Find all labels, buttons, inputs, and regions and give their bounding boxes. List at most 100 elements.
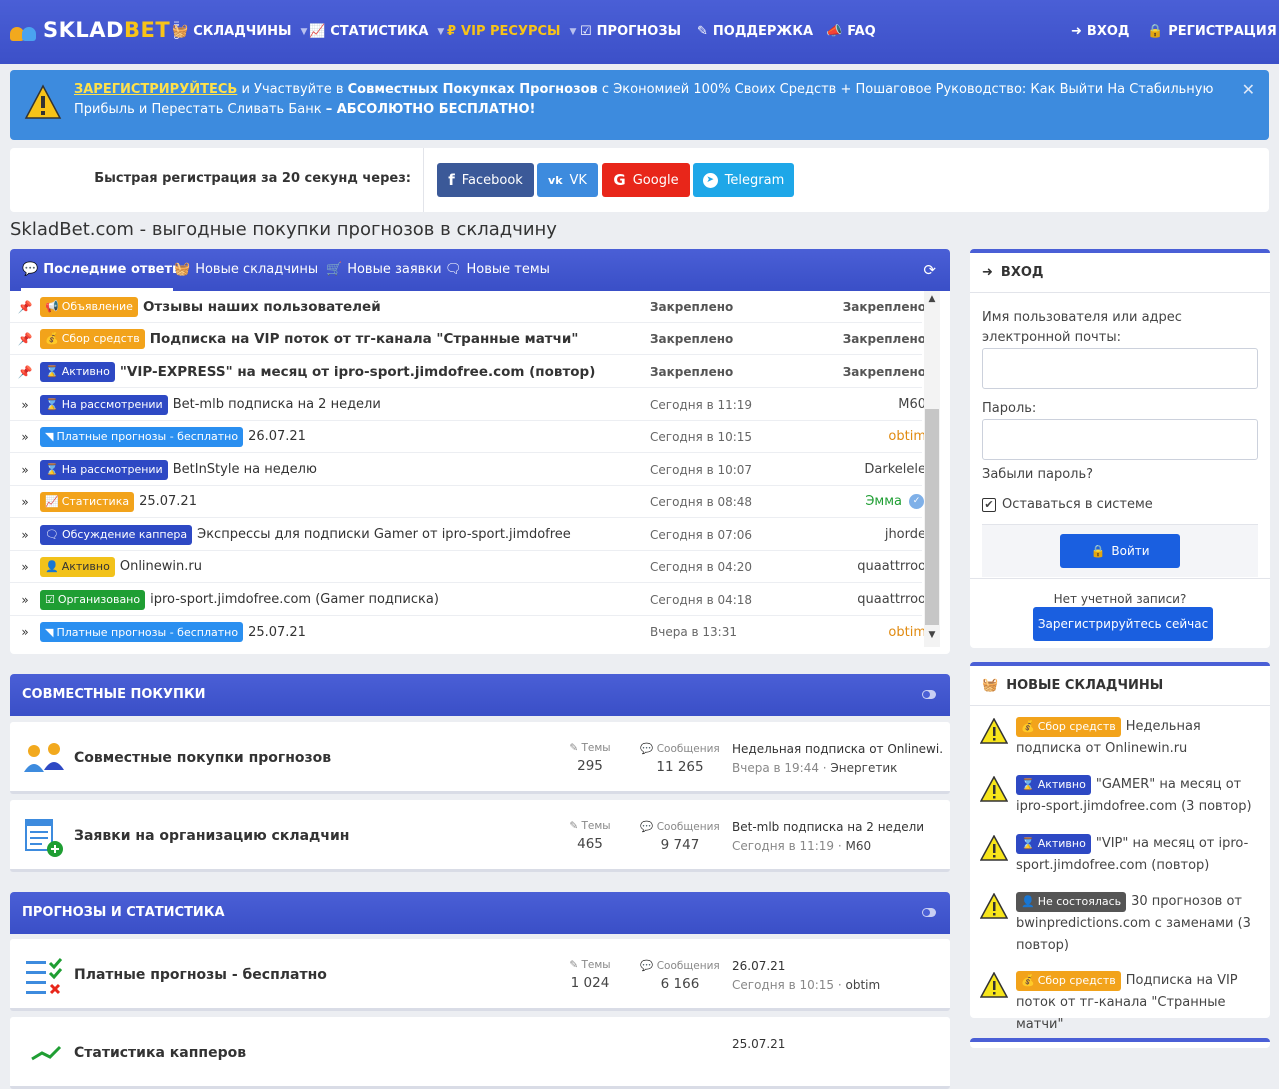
forgot-password-link[interactable]: Забыли пароль? xyxy=(982,465,1093,485)
nav-podderzhka[interactable]: ✎ ПОДДЕРЖКА xyxy=(697,24,813,39)
forum-row[interactable]: Статистика капперов 25.07.21 xyxy=(10,1017,950,1089)
thread-user[interactable]: quaattrroo xyxy=(857,592,926,607)
feed-row[interactable]: » ⌛ На рассмотрении Bet-mlb подписка на 2 н… xyxy=(10,389,926,421)
list-item[interactable]: 💰 Сбор средств Подписка на VIP поток от тг… xyxy=(980,970,1260,1036)
badge-label: Платные прогнозы - бесплатно xyxy=(56,625,239,639)
forum-last-post[interactable]: Bet-mlb подписка на 2 недели Сегодня в 11… xyxy=(732,820,942,853)
last-post-title[interactable]: 25.07.21 xyxy=(732,1037,942,1051)
forum-title[interactable]: Совместные покупки прогнозов xyxy=(74,750,331,766)
nav-faq[interactable]: 📣 FAQ xyxy=(826,24,876,39)
list-add-icon xyxy=(25,819,63,857)
telegram-button[interactable]: ➤ Telegram xyxy=(693,163,794,197)
forum-last-post[interactable]: Недельная подписка от Onlinewi... Вчера в… xyxy=(732,742,942,775)
feed-row[interactable]: 📌 📢 Объявление Отзывы наших пользователей За… xyxy=(10,291,926,323)
feed-row[interactable]: » ⌛ На рассмотрении BetInStyle на неделю Сег… xyxy=(10,454,926,486)
list-item[interactable]: 💰 Сбор средств Недельная подписка от Onlin… xyxy=(980,716,1260,760)
last-post-user[interactable]: M60 xyxy=(846,839,872,853)
feed-row[interactable]: 📌 💰 Сбор средств Подписка на VIP поток от т… xyxy=(10,323,926,355)
register-link[interactable]: ЗАРЕГИСТРИРУЙТЕСЬ xyxy=(74,82,237,97)
google-button[interactable]: G Google xyxy=(602,163,690,197)
forum-title[interactable]: Статистика капперов xyxy=(74,1045,246,1061)
feed-row[interactable]: » 🗨 Обсуждение каппера Экспрессы для подпис… xyxy=(10,519,926,551)
forum-row[interactable]: Совместные покупки прогнозов ✎ Темы 295 💬… xyxy=(10,722,950,794)
thread-user[interactable]: obtim xyxy=(888,429,926,444)
list-item[interactable]: ⌛ Активно "GAMER" на месяц от ipro-sport.j… xyxy=(980,774,1260,818)
list-item[interactable]: ⌛ Активно "VIP" на месяц от ipro-sport.jim… xyxy=(980,833,1260,877)
alert-strong: – АБСОЛЮТНО БЕСПЛАТНО! xyxy=(325,102,536,117)
status-badge: 📈 Статистика xyxy=(40,491,135,512)
feed-row[interactable]: » ◥ Платные прогнозы - бесплатно 25.07.21 Вч… xyxy=(10,616,926,648)
feed-scrollbar[interactable]: ▲ ▼ xyxy=(924,291,940,647)
section-title: СОВМЕСТНЫЕ ПОКУПКИ xyxy=(22,687,206,702)
toggle-icon[interactable] xyxy=(922,908,936,917)
nav-prognozy[interactable]: ☑ ПРОГНОЗЫ xyxy=(580,24,681,39)
last-post-title[interactable]: 26.07.21 xyxy=(732,959,942,973)
thread-user[interactable]: M60 xyxy=(898,397,926,412)
thread-user[interactable]: jhorde xyxy=(885,527,926,542)
forum-title[interactable]: Платные прогнозы - бесплатно xyxy=(74,967,327,983)
nav-statistika[interactable]: 📈 СТАТИСТИКА ▼ xyxy=(309,24,444,39)
nav-vip[interactable]: ₽ VIP РЕСУРСЫ ▼ xyxy=(447,24,576,39)
forum-title[interactable]: Заявки на организацию складчин xyxy=(74,828,349,844)
refresh-icon[interactable]: ⟳ xyxy=(923,261,936,279)
login-button[interactable]: 🔒 Войти xyxy=(1060,534,1180,568)
feed-row[interactable]: » ☑ Организовано ipro-sport.jimdofree.com (… xyxy=(10,584,926,616)
section-header-forecasts[interactable]: ПРОГНОЗЫ И СТАТИСТИКА xyxy=(10,892,950,934)
scroll-up-icon[interactable]: ▲ xyxy=(924,294,940,304)
last-post-title[interactable]: Bet-mlb подписка на 2 недели xyxy=(732,820,942,834)
list-item[interactable]: 👤 Не состоялась 30 прогнозов от bwinpredic… xyxy=(980,891,1260,957)
forum-row[interactable]: Заявки на организацию складчин ✎ Темы 465… xyxy=(10,800,950,872)
forum-last-post[interactable]: 26.07.21 Сегодня в 10:15 · obtim xyxy=(732,959,942,992)
last-post-user[interactable]: obtim xyxy=(846,978,881,992)
site-logo[interactable]: SKLAD BET INFO xyxy=(10,18,180,42)
status-badge: 💰 Сбор средств xyxy=(40,328,145,349)
vk-button[interactable]: vk VK xyxy=(537,163,598,197)
status-badge: 👤 Активно xyxy=(40,556,115,577)
scroll-thumb[interactable] xyxy=(925,409,939,625)
facebook-button[interactable]: f Facebook xyxy=(437,163,534,197)
thread-user[interactable]: obtim xyxy=(888,625,926,640)
thread-user[interactable]: Darkelele xyxy=(864,462,926,477)
last-post-title[interactable]: Недельная подписка от Onlinewi... xyxy=(732,742,942,756)
chart-icon: 📈 xyxy=(45,495,59,508)
toggle-icon[interactable] xyxy=(922,690,936,699)
tab-new-topics[interactable]: 🗨 Новые темы xyxy=(445,262,550,277)
thread-user[interactable]: Эмма xyxy=(865,494,902,509)
tab-new-requests[interactable]: 🛒 Новые заявки xyxy=(326,262,442,277)
tab-new-skladchiny[interactable]: 🧺 Новые складчины xyxy=(174,262,318,277)
nav-login[interactable]: ➜ ВХОД xyxy=(1071,24,1129,39)
tab-latest-replies[interactable]: 💬 Последние ответы xyxy=(22,262,184,277)
password-field[interactable] xyxy=(982,419,1258,460)
stat-value: 1 024 xyxy=(570,975,610,991)
feed-row[interactable]: 📌 ⌛ Активно "VIP-EXPRESS" на месяц от ipro-… xyxy=(10,356,926,388)
remember-me-checkbox[interactable]: ✔ Оставаться в системе xyxy=(982,495,1153,515)
double-chevron-icon: » xyxy=(21,527,29,542)
thread-title: Экспрессы для подписки Gamer от ipro-spo… xyxy=(197,527,571,542)
last-post-user[interactable]: Энергетик xyxy=(830,761,897,775)
logo-text: SKLAD xyxy=(43,18,124,42)
feed-row[interactable]: » 📈 Статистика 25.07.21 Сегодня в 08:48 Эмма ✓ xyxy=(10,486,924,518)
forum-last-post[interactable]: 25.07.21 xyxy=(732,1037,942,1051)
close-icon[interactable]: ✕ xyxy=(1242,80,1255,99)
register-now-button[interactable]: Зарегистрируйтесь сейчас xyxy=(1033,607,1213,641)
status-badge: 🗨 Обсуждение каппера xyxy=(40,524,193,545)
thread-title: 25.07.21 xyxy=(248,624,306,640)
feed-row[interactable]: » ◥ Платные прогнозы - бесплатно 26.07.21 Се… xyxy=(10,421,926,453)
feed-row[interactable]: » 👤 Активно Onlinewin.ru Сегодня в 04:20 quaa… xyxy=(10,551,926,583)
basket-icon: 🧺 xyxy=(982,678,999,693)
login-panel: ➜ ВХОД Имя пользователя или адрес электро… xyxy=(970,249,1270,648)
badge-label: Сбор средств xyxy=(61,332,140,345)
section-header-joint-purchases[interactable]: СОВМЕСТНЫЕ ПОКУПКИ xyxy=(10,674,950,716)
alert-message: ЗАРЕГИСТРИРУЙТЕСЬ и Участвуйте в Совмест… xyxy=(74,80,1224,120)
nav-register[interactable]: 🔒 РЕГИСТРАЦИЯ xyxy=(1147,24,1277,39)
stat-label: Сообщения xyxy=(656,821,720,833)
scroll-down-icon[interactable]: ▼ xyxy=(924,630,940,640)
username-field[interactable] xyxy=(982,348,1258,389)
user-times-icon: 👤 xyxy=(1021,895,1035,908)
basket-icon: 🧺 xyxy=(172,24,189,39)
nav-skladchiny[interactable]: 🧺 СКЛАДЧИНЫ ▼ xyxy=(172,24,307,39)
thread-user[interactable]: quaattrroo xyxy=(857,559,926,574)
pin-icon: 📌 xyxy=(17,299,33,314)
double-chevron-icon: » xyxy=(21,429,29,444)
forum-row[interactable]: Платные прогнозы - бесплатно ✎ Темы 1 024… xyxy=(10,939,950,1011)
